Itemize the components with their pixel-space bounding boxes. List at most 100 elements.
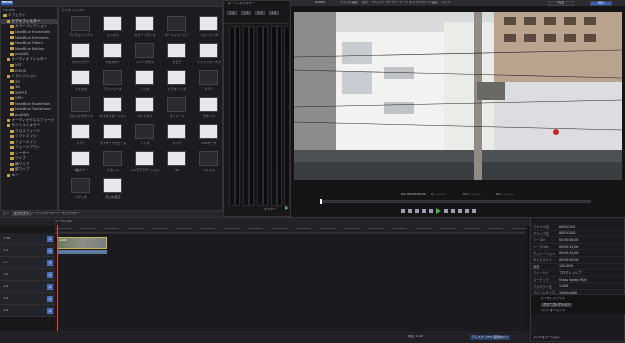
effect-thumbnail-icon[interactable] xyxy=(103,70,122,85)
insert-icon[interactable] xyxy=(465,208,469,213)
menu-mode[interactable]: モード xyxy=(399,1,408,4)
mixer-ch3-button[interactable]: 3 A xyxy=(255,11,265,15)
effect-thumbnail-icon[interactable] xyxy=(103,16,122,31)
effect-item-2[interactable]: カラーコレクション xyxy=(541,302,573,307)
track-type-badge[interactable]: A xyxy=(47,296,53,302)
effect-thumbnail-icon[interactable] xyxy=(71,43,90,58)
overwrite-icon[interactable] xyxy=(472,208,476,213)
track-header[interactable]: 1 T T xyxy=(0,257,55,269)
menu-clip[interactable]: クリップ xyxy=(372,1,384,4)
effect-thumbnail-icon[interactable] xyxy=(103,97,122,112)
set-out-icon[interactable] xyxy=(408,208,412,213)
fader-ch2[interactable] xyxy=(249,26,254,206)
mixer-ch1-button[interactable]: 1 A xyxy=(227,11,237,15)
audio-clip[interactable] xyxy=(57,250,107,254)
effect-thumbnail-icon[interactable] xyxy=(103,124,122,139)
tab-effect[interactable]: エフェクト xyxy=(12,211,32,217)
effect-thumbnail-icon[interactable] xyxy=(167,43,186,58)
fader-ch4[interactable] xyxy=(277,26,282,206)
effect-thumbnail-icon[interactable] xyxy=(103,178,122,193)
effect-thumbnail-icon[interactable] xyxy=(167,16,186,31)
timeline-ruler[interactable]: 00:00:00;00 00:00:05;00 00:00:10;00 00:00:1… xyxy=(55,226,527,233)
tree-item[interactable]: キー xyxy=(1,173,58,179)
play-icon[interactable] xyxy=(436,207,441,214)
effect-thumbnail-icon[interactable] xyxy=(103,43,122,58)
effect-thumbnail-icon[interactable] xyxy=(103,151,122,166)
effect-thumbnail-icon[interactable] xyxy=(135,124,154,139)
effect-thumbnail-icon[interactable] xyxy=(135,151,154,166)
effect-thumbnail-icon[interactable] xyxy=(135,97,154,112)
loop-icon[interactable] xyxy=(458,208,462,213)
menu-edit[interactable]: 編集 xyxy=(352,1,358,4)
track-type-badge[interactable]: A xyxy=(47,308,53,314)
track-type-badge[interactable]: V xyxy=(47,248,53,254)
menu-tools[interactable]: ツール xyxy=(423,1,432,4)
effect-thumbnail-icon[interactable] xyxy=(199,43,218,58)
effect-thumbnail-icon[interactable] xyxy=(167,70,186,85)
track-type-badge[interactable]: V xyxy=(47,236,53,242)
track-header[interactable]: 2 A A xyxy=(0,281,55,293)
track-header[interactable]: 3 A A xyxy=(0,293,55,305)
effect-thumbnail-icon[interactable] xyxy=(71,16,90,31)
menu-settings[interactable]: 設定 xyxy=(432,1,438,4)
menu-view[interactable]: 表示 xyxy=(362,1,368,4)
tree-item-label: 2D xyxy=(15,79,21,84)
track-area[interactable]: A001 xyxy=(55,225,525,331)
fast-forward-icon[interactable] xyxy=(444,208,448,213)
effect-thumbnail-icon[interactable] xyxy=(135,16,154,31)
track-header[interactable]: 4 A A xyxy=(0,305,55,317)
sequence-tab[interactable]: シーケンス1 xyxy=(55,220,72,223)
track-header[interactable]: 1 VA V xyxy=(0,233,55,245)
effect-item-1[interactable]: ビデオレイアウト xyxy=(541,297,565,300)
menu-file[interactable]: ファイル xyxy=(340,1,352,4)
menu-capture[interactable]: キャプチャ xyxy=(409,1,424,4)
effect-thumbnail-icon[interactable] xyxy=(167,151,186,166)
video-clip[interactable]: A001 xyxy=(57,237,107,249)
effect-thumbnail-icon[interactable] xyxy=(199,16,218,31)
effect-thumbnail-icon[interactable] xyxy=(135,70,154,85)
info-tab[interactable]: インフォメーション xyxy=(533,336,560,339)
effect-thumbnail-icon[interactable] xyxy=(71,70,90,85)
track-type-badge[interactable]: A xyxy=(47,284,53,290)
track-type-badge[interactable]: T xyxy=(47,260,53,266)
track-type-badge[interactable]: A xyxy=(47,272,53,278)
tree-item-label: 縦ワイプ xyxy=(15,167,30,172)
menu-help[interactable]: ヘルプ xyxy=(441,1,450,4)
mixer-ch2-button[interactable]: 2 A xyxy=(241,11,251,15)
mode-dropdown[interactable]: PLR xyxy=(548,0,574,6)
folder-icon xyxy=(6,74,10,78)
seek-bar[interactable] xyxy=(321,200,591,203)
effect-thumbnail-icon[interactable] xyxy=(71,97,90,112)
effect-thumbnail-icon[interactable] xyxy=(71,151,90,166)
effect-thumbnail-icon[interactable] xyxy=(167,97,186,112)
tab-sequence-marker[interactable]: シーケンスマーカー xyxy=(30,212,57,215)
effect-thumbnail-icon[interactable] xyxy=(199,97,218,112)
effect-thumbnail-icon[interactable] xyxy=(199,151,218,166)
effect-thumbnail-icon[interactable] xyxy=(167,124,186,139)
effect-thumbnail-icon[interactable] xyxy=(71,124,90,139)
effect-thumbnail-icon[interactable] xyxy=(199,124,218,139)
track-header[interactable]: 2 V V xyxy=(0,245,55,257)
effect-thumbnail-icon[interactable] xyxy=(199,70,218,85)
rewind-icon[interactable] xyxy=(422,208,426,213)
set-in-icon[interactable] xyxy=(401,208,405,213)
next-frame-icon[interactable] xyxy=(451,208,455,213)
fader-ch1[interactable] xyxy=(235,26,240,206)
mixer-ch4-button[interactable]: 4 A xyxy=(269,11,279,15)
tab-bin[interactable]: ビン xyxy=(3,212,9,215)
folder-icon xyxy=(10,85,14,89)
mixer-play-icon[interactable] xyxy=(285,206,289,210)
ruler-tick-label: 00:01:00;00 xyxy=(343,227,359,230)
timeline-cursor[interactable] xyxy=(57,225,58,331)
effect-thumbnail-icon[interactable] xyxy=(71,178,90,193)
effect-item-3[interactable]: ステレオバランス xyxy=(541,309,565,312)
track-header[interactable]: 1 A A xyxy=(0,269,55,281)
prev-frame-icon[interactable] xyxy=(415,208,419,213)
stop-icon[interactable] xyxy=(429,208,433,213)
tab-source-browser[interactable]: ソースブラウザー xyxy=(56,212,80,215)
effect-thumbnail-icon[interactable] xyxy=(135,43,154,58)
menu-marker[interactable]: マーカー xyxy=(386,1,398,4)
tree-item-label: ビデオフィルター xyxy=(11,18,41,23)
fader-ch3[interactable] xyxy=(263,26,268,206)
seek-playhead[interactable] xyxy=(320,199,322,204)
